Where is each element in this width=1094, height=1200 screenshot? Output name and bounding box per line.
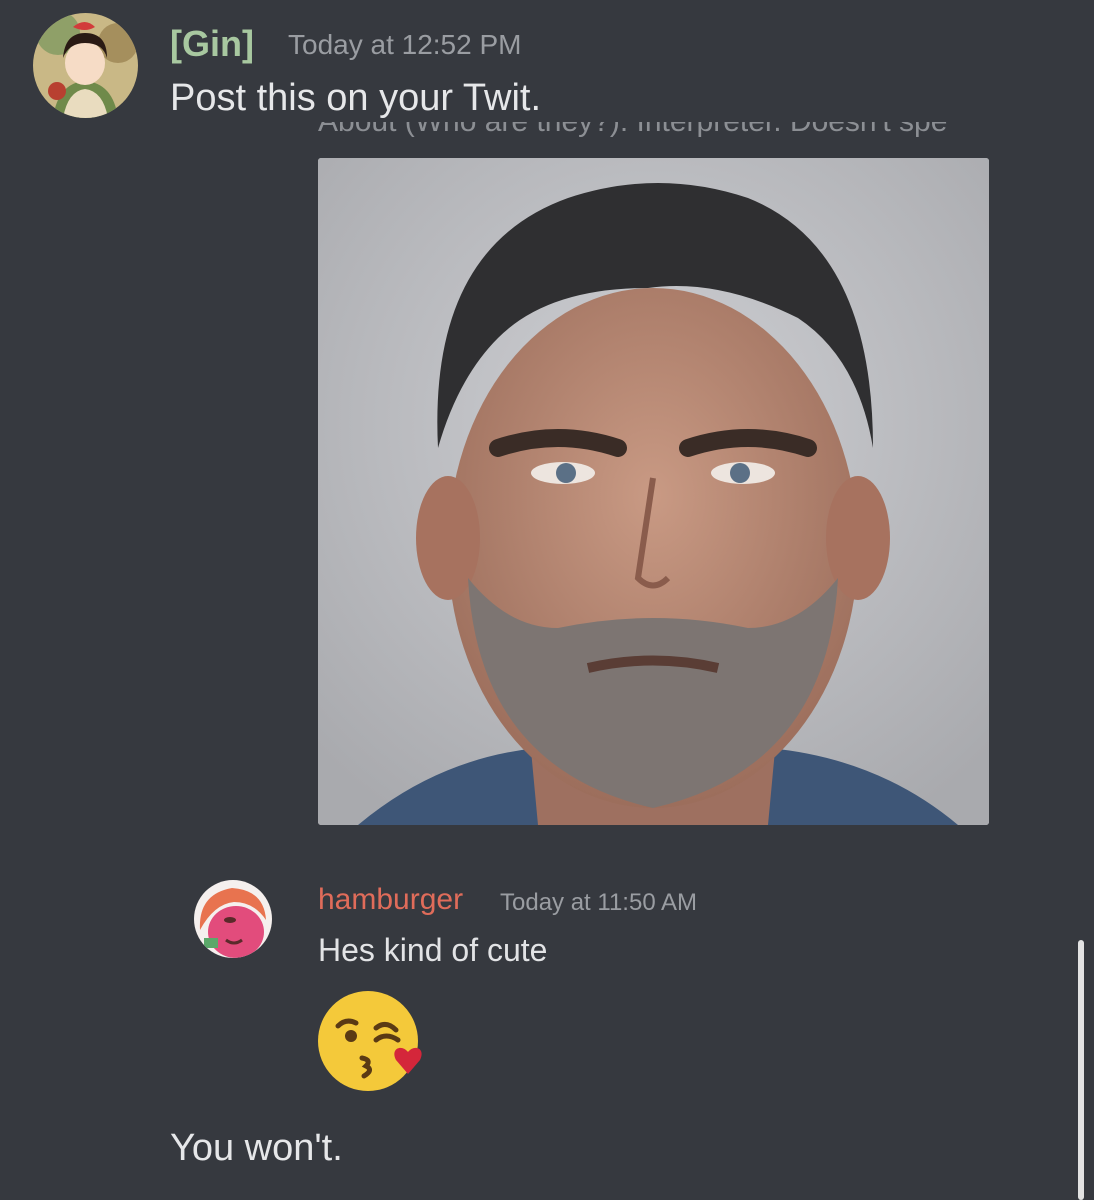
avatar[interactable] — [33, 13, 138, 118]
reply-avatar[interactable] — [194, 880, 272, 958]
reply-timestamp: Today at 11:50 AM — [500, 889, 698, 916]
message-text-followup: You won't. — [170, 1127, 343, 1169]
kiss-face-icon — [318, 991, 422, 1091]
cartoon-avatar-icon — [194, 880, 272, 958]
reply-author: hamburger — [318, 883, 464, 916]
message-text: Post this on your Twit. — [170, 77, 542, 119]
scrollbar[interactable] — [1078, 940, 1084, 1200]
message-author[interactable]: [Gin] — [170, 22, 254, 66]
anime-girl-avatar-icon — [33, 13, 138, 118]
reply-text: Hes kind of cute — [318, 932, 548, 968]
face-blowing-a-kiss-emoji — [316, 990, 428, 1092]
man-portrait-image — [318, 158, 989, 825]
attachment-image[interactable] — [318, 158, 989, 825]
screenshot-cropped-text: About (Who are they?): Interpreter. Does… — [318, 122, 1018, 146]
message-timestamp: Today at 12:52 PM — [288, 29, 522, 60]
